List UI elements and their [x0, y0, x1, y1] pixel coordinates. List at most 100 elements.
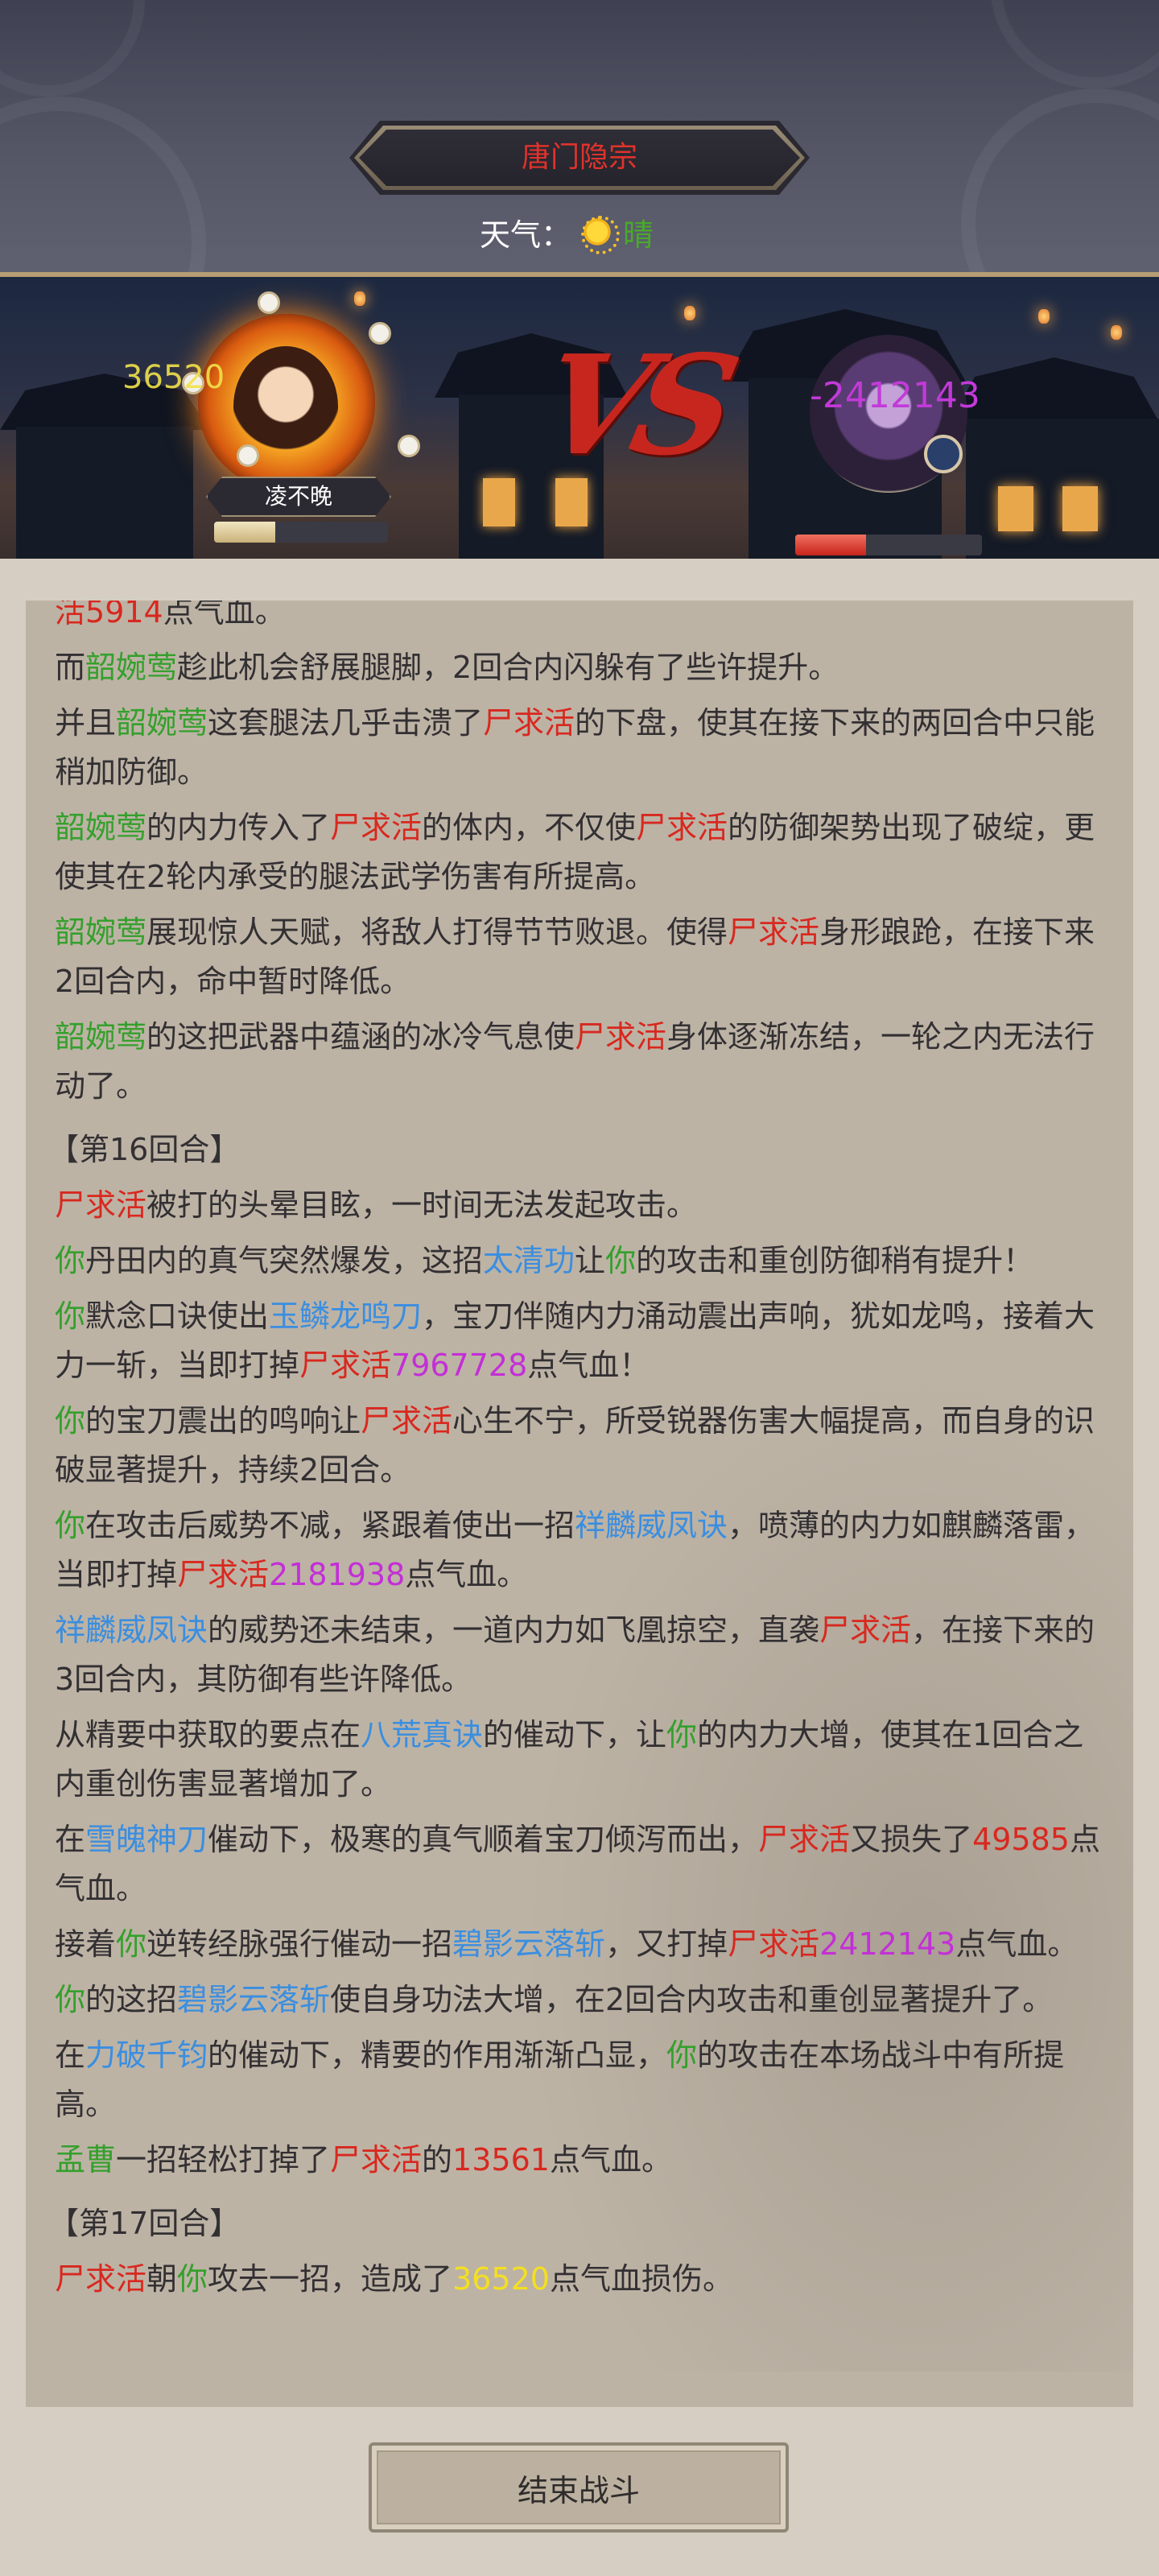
- log-entry: 你在攻击后威势不减，紧跟着使出一招祥麟威凤诀，喷薄的内力如麒麟落雷，当即打掉尸求…: [55, 1501, 1109, 1600]
- log-text: 在攻击后威势不减，紧跟着使出一招: [85, 1508, 575, 1543]
- log-big-damage-text: 7967728: [391, 1348, 528, 1383]
- log-enemy-text: 尸求活: [758, 1822, 851, 1857]
- log-text: 的: [422, 2142, 453, 2178]
- log-skill-text: 雪魄神刀: [85, 1822, 208, 1857]
- log-ally-text: 孟曹: [55, 2142, 117, 2178]
- log-ally-text: 你: [666, 1717, 698, 1752]
- log-text: 这套腿法几乎击溃了: [208, 705, 484, 741]
- log-text: 使自身功法大增，在2回合内攻击和重创显著提升了。: [330, 1982, 1054, 2017]
- log-entry: 而韶婉莺趁此机会舒展腿脚，2回合内闪躲有了些许提升。: [55, 643, 1109, 692]
- weather-indicator: 天气： 晴: [480, 208, 689, 256]
- log-text: 而: [55, 650, 86, 685]
- log-skill-text: 力破千钧: [85, 2037, 208, 2073]
- log-text: 朝: [146, 2261, 178, 2297]
- round-title: 【第17回合】: [48, 2206, 241, 2241]
- log-enemy-text: 49585: [972, 1822, 1070, 1857]
- log-entry: 在雪魄神刀催动下，极寒的真气顺着宝刀倾泻而出，尸求活又损失了49585点气血。: [55, 1815, 1109, 1913]
- log-skill-text: 祥麟威凤诀: [55, 1612, 208, 1648]
- log-enemy-text: 尸求活: [55, 1187, 147, 1223]
- log-ally-text: 你: [666, 2037, 698, 2073]
- log-big-damage-text: 2181938: [269, 1557, 406, 1592]
- log-enemy-text: 尸求活: [177, 1557, 270, 1592]
- log-text: 又损失了: [850, 1822, 973, 1857]
- log-text: 的内力传入了: [146, 810, 331, 845]
- log-ally-text: 韶婉莺: [55, 914, 147, 950]
- enemy-hp-bar: [795, 535, 982, 555]
- log-text: 在: [55, 1822, 86, 1857]
- log-skill-text: 碧影云落斩: [177, 1982, 331, 2017]
- log-ally-text: 你: [55, 1298, 86, 1334]
- log-ally-text: 你: [55, 1403, 86, 1439]
- enemy-damage-popup: -2412143: [810, 375, 980, 416]
- log-enemy-text: 尸求活: [728, 914, 820, 950]
- skill-icon: [369, 322, 391, 345]
- log-text: 接着: [55, 1926, 117, 1962]
- log-text: 的体内，不仅使: [422, 810, 637, 845]
- log-entry: 从精要中获取的要点在八荒真诀的催动下，让你的内力大增，使其在1回合之内重创伤害显…: [55, 1711, 1109, 1809]
- log-big-damage-text: 2412143: [819, 1926, 956, 1962]
- log-entry: 尸求活被打的头晕目眩，一时间无法发起攻击。: [55, 1181, 1109, 1230]
- weather-label: 天气：: [480, 217, 572, 253]
- log-ally-text: 你: [605, 1243, 637, 1278]
- log-enemy-text: 尸求活: [575, 1019, 667, 1055]
- player-damage-popup: 36520: [122, 359, 225, 396]
- log-ally-text: 你: [116, 1926, 147, 1962]
- header-area: 唐门隐宗 天气： 晴: [0, 0, 1159, 272]
- log-text: 的威势还未结束，一道内力如飞凰掠空，直袭: [208, 1612, 820, 1648]
- log-entry: 韶婉莺的内力传入了尸求活的体内，不仅使尸求活的防御架势出现了破绽，更使其在2轮内…: [55, 803, 1109, 902]
- log-text: 点气血。: [163, 601, 286, 630]
- log-enemy-text: 5914: [85, 601, 163, 630]
- skill-icon: [398, 435, 420, 457]
- log-text: 催动下，极寒的真气顺着宝刀倾泻而出，: [208, 1822, 759, 1857]
- log-enemy-damage-text: 36520: [452, 2261, 550, 2297]
- weather-value: 晴: [623, 217, 654, 253]
- log-entry: 你的这招碧影云落斩使自身功法大增，在2回合内攻击和重创显著提升了。: [55, 1975, 1109, 2025]
- log-skill-text: 玉鳞龙鸣刀: [269, 1298, 423, 1334]
- log-text: 并且: [55, 705, 117, 741]
- log-text: 趁此机会舒展腿脚，2回合内闪躲有了些许提升。: [177, 650, 839, 685]
- log-ally-text: 你: [177, 2261, 208, 2297]
- log-text: 被打的头晕目眩，一时间无法发起攻击。: [146, 1187, 698, 1223]
- skill-icon: [258, 291, 280, 314]
- round-title: 【第16回合】: [48, 1132, 241, 1167]
- log-skill-text: 祥麟威凤诀: [575, 1508, 728, 1543]
- log-entry: 你默念口诀使出玉鳞龙鸣刀，宝刀伴随内力涌动震出声响，犹如龙鸣，接着大力一斩，当即…: [55, 1292, 1109, 1390]
- battle-log-panel[interactable]: 活5914点气血。 而韶婉莺趁此机会舒展腿脚，2回合内闪躲有了些许提升。 并且韶婉莺…: [26, 601, 1133, 2407]
- log-enemy-text: 尸求活: [330, 810, 423, 845]
- log-text: 的这招: [85, 1982, 178, 2017]
- log-ally-text: 韶婉莺: [55, 1019, 147, 1055]
- log-text: 的催动下，精要的作用渐渐凸显，: [208, 2037, 667, 2073]
- log-text: 默念口诀使出: [85, 1298, 270, 1334]
- skill-icon: [237, 444, 259, 467]
- log-entry: 接着你逆转经脉强行催动一招碧影云落斩，又打掉尸求活2412143点气血。: [55, 1920, 1109, 1969]
- log-ally-text: 韶婉莺: [55, 810, 147, 845]
- log-skill-text: 碧影云落斩: [452, 1926, 606, 1962]
- log-enemy-text: 尸求活: [819, 1612, 912, 1648]
- log-enemy-text: 尸求活: [636, 810, 728, 845]
- log-entry: 你的宝刀震出的鸣响让尸求活心生不宁，所受锐器伤害大幅提高，而自身的识破显著提升，…: [55, 1397, 1109, 1495]
- log-entry: 韶婉莺的这把武器中蕴涵的冰冷气息使尸求活身体逐渐冻结，一轮之内无法行动了。: [55, 1013, 1109, 1111]
- log-entry: 尸求活朝你攻去一招，造成了36520点气血损伤。: [55, 2255, 1109, 2304]
- log-text: 的这把武器中蕴涵的冰冷气息使: [146, 1019, 575, 1055]
- log-ally-text: 韶婉莺: [116, 705, 208, 741]
- log-text: 逆转经脉强行催动一招: [146, 1926, 453, 1962]
- player-hp-fill: [214, 522, 275, 543]
- log-text: 攻去一招，造成了: [208, 2261, 453, 2297]
- end-battle-button[interactable]: 结束战斗: [369, 2442, 789, 2533]
- log-text: 展现惊人天赋，将敌人打得节节败退。使得: [146, 914, 728, 950]
- log-text: 点气血。: [955, 1926, 1079, 1962]
- log-text: 在: [55, 2037, 86, 2073]
- enemy-hp-fill: [795, 535, 867, 555]
- log-ally-text: 韶婉莺: [85, 650, 178, 685]
- vs-emblem: VS: [526, 325, 737, 486]
- log-text: 点气血。: [549, 2142, 672, 2178]
- battle-log: 活5914点气血。 而韶婉莺趁此机会舒展腿脚，2回合内闪躲有了些许提升。 并且韶婉莺…: [48, 601, 1109, 2305]
- log-enemy-text: 尸求活: [330, 2142, 423, 2178]
- log-entry: 祥麟威凤诀的威势还未结束，一道内力如飞凰掠空，直袭尸求活，在接下来的3回合内，其…: [55, 1606, 1109, 1704]
- log-text: 点气血！: [527, 1348, 650, 1383]
- log-enemy-text: 活: [55, 601, 86, 630]
- enemy-class-icon: [924, 435, 963, 473]
- log-entry: 韶婉莺展现惊人天赋，将敌人打得节节败退。使得尸求活身形踉跄，在接下来2回合内，命…: [55, 908, 1109, 1006]
- log-entry: 活5914点气血。: [55, 601, 1109, 637]
- log-entry: 并且韶婉莺这套腿法几乎击溃了尸求活的下盘，使其在接下来的两回合中只能稍加防御。: [55, 699, 1109, 797]
